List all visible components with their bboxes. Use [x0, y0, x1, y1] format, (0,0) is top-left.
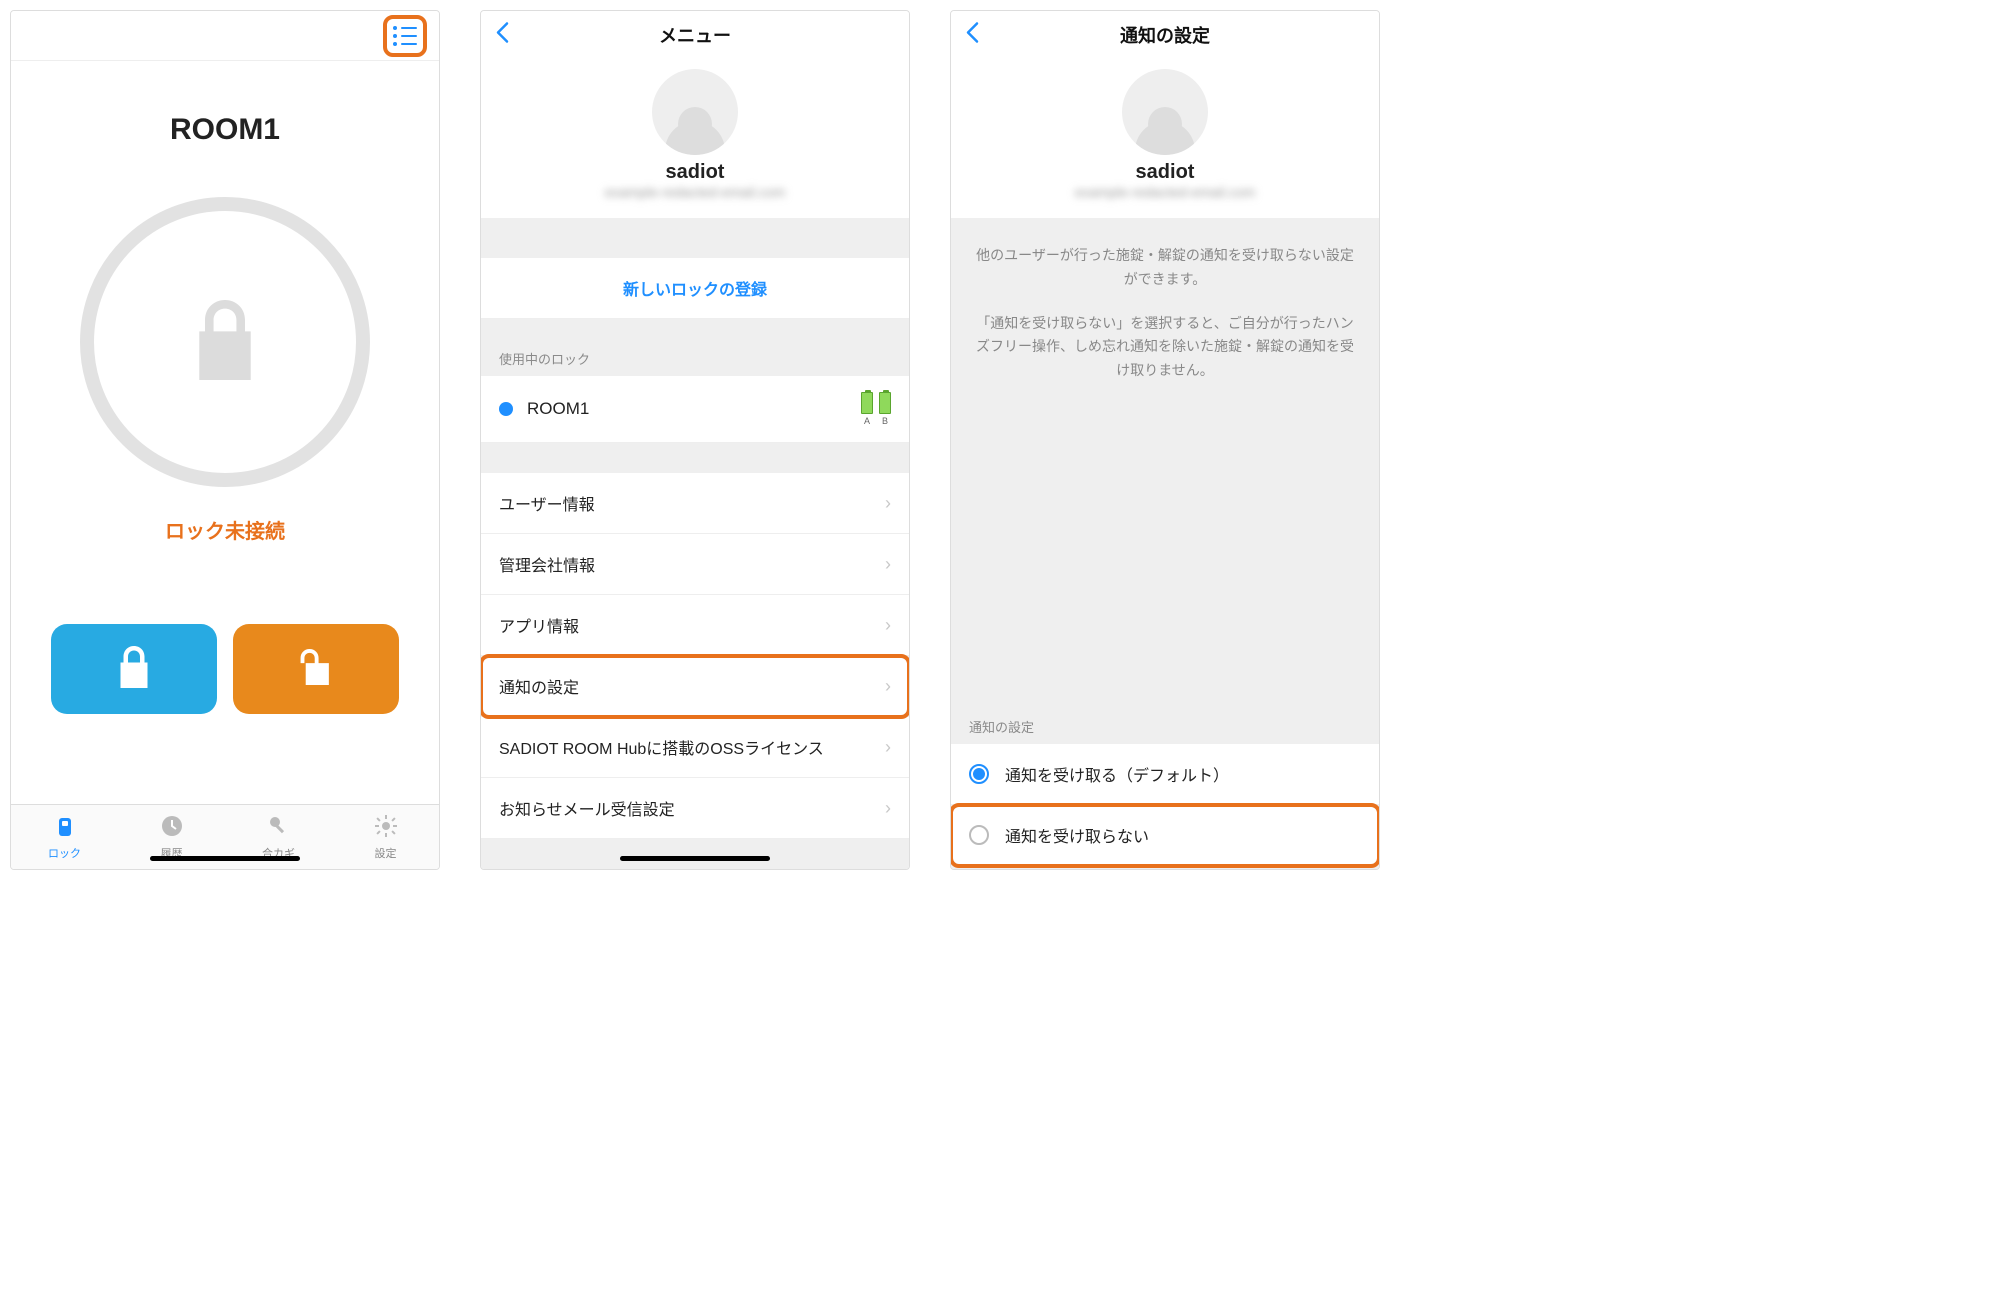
section-notif-settings: 通知の設定	[951, 703, 1379, 744]
screen-lock-home: ROOM1 ロック未接続 ロック	[10, 10, 440, 870]
register-new-lock[interactable]: 新しいロックの登録	[481, 258, 909, 319]
chevron-right-icon: ›	[885, 737, 891, 758]
lock-status-circle[interactable]	[80, 197, 370, 487]
menu-item-label: お知らせメール受信設定	[499, 796, 675, 820]
description-paragraph-1: 他のユーザーが行った施錠・解錠の通知を受け取らない設定ができます。	[973, 244, 1357, 292]
lock-status-text: ロック未接続	[11, 515, 439, 544]
home-indicator[interactable]	[150, 856, 300, 861]
screen-notification-settings: 通知の設定 sadiot example-redacted-email.com …	[950, 10, 1380, 870]
menu-item-oss-license[interactable]: SADIOT ROOM Hubに搭載のOSSライセンス ›	[481, 717, 909, 778]
lock-icon	[190, 300, 260, 385]
list-icon	[393, 26, 417, 46]
menu-item-label: SADIOT ROOM Hubに搭載のOSSライセンス	[499, 735, 824, 759]
room-title: ROOM1	[11, 113, 439, 147]
top-bar	[11, 11, 439, 61]
tab-settings[interactable]: 設定	[332, 805, 439, 869]
user-email: example-redacted-email.com	[481, 184, 909, 200]
status-dot-icon	[499, 402, 513, 416]
menu-item-user-info[interactable]: ユーザー情報 ›	[481, 473, 909, 534]
menu-item-notification-settings[interactable]: 通知の設定 ›	[481, 656, 909, 717]
nav-title: メニュー	[659, 22, 731, 48]
navbar: メニュー	[481, 11, 909, 59]
profile-block: sadiot example-redacted-email.com	[481, 59, 909, 218]
back-button[interactable]	[965, 19, 979, 50]
option-receive-notifications[interactable]: 通知を受け取る（デフォルト）	[951, 744, 1379, 805]
battery-indicator: A B	[861, 392, 891, 426]
tab-lock[interactable]: ロック	[11, 805, 118, 869]
user-email: example-redacted-email.com	[951, 184, 1379, 200]
menu-item-app-info[interactable]: アプリ情報 ›	[481, 595, 909, 656]
username: sadiot	[481, 161, 909, 184]
menu-item-label: ユーザー情報	[499, 491, 595, 515]
lock-button[interactable]	[51, 624, 217, 714]
option-label: 通知を受け取る（デフォルト）	[1005, 762, 1229, 786]
nav-title: 通知の設定	[1120, 22, 1210, 48]
profile-block: sadiot example-redacted-email.com	[951, 59, 1379, 218]
menu-item-mail-settings[interactable]: お知らせメール受信設定 ›	[481, 778, 909, 839]
lock-name: ROOM1	[527, 399, 847, 419]
clock-icon	[160, 814, 184, 843]
chevron-right-icon: ›	[885, 676, 891, 697]
back-button[interactable]	[495, 19, 509, 50]
section-locks-in-use: 使用中のロック	[481, 349, 909, 376]
chevron-right-icon: ›	[885, 798, 891, 819]
register-new-lock-label: 新しいロックの登録	[623, 276, 767, 300]
description: 他のユーザーが行った施錠・解錠の通知を受け取らない設定ができます。 「通知を受け…	[951, 218, 1379, 383]
battery-b-icon	[879, 392, 891, 414]
lock-tab-icon	[53, 814, 77, 843]
menu-item-label: 通知の設定	[499, 674, 579, 698]
action-row	[11, 624, 439, 714]
username: sadiot	[951, 161, 1379, 184]
home-indicator[interactable]	[620, 856, 770, 861]
menu-button[interactable]	[383, 15, 427, 57]
description-paragraph-2: 「通知を受け取らない」を選択すると、ご自分が行ったハンズフリー操作、しめ忘れ通知…	[973, 312, 1357, 383]
lock-row-room1[interactable]: ROOM1 A B	[481, 376, 909, 443]
keys-icon	[267, 814, 291, 843]
screen-menu: メニュー sadiot example-redacted-email.com 新…	[480, 10, 910, 870]
unlock-button[interactable]	[233, 624, 399, 714]
chevron-right-icon: ›	[885, 493, 891, 514]
menu-item-label: アプリ情報	[499, 613, 579, 637]
battery-a-icon	[861, 392, 873, 414]
menu-item-label: 管理会社情報	[499, 552, 595, 576]
avatar	[652, 69, 738, 155]
gear-icon	[374, 814, 398, 843]
lock-open-icon	[298, 646, 334, 693]
menu-item-company-info[interactable]: 管理会社情報 ›	[481, 534, 909, 595]
tab-settings-label: 設定	[375, 845, 397, 861]
avatar	[1122, 69, 1208, 155]
lock-closed-icon	[116, 646, 152, 693]
chevron-right-icon: ›	[885, 615, 891, 636]
chevron-right-icon: ›	[885, 554, 891, 575]
navbar: 通知の設定	[951, 11, 1379, 59]
radio-unselected-icon	[969, 825, 989, 845]
tab-lock-label: ロック	[48, 845, 81, 861]
option-label: 通知を受け取らない	[1005, 823, 1149, 847]
radio-selected-icon	[969, 764, 989, 784]
option-not-receive-notifications[interactable]: 通知を受け取らない	[951, 805, 1379, 866]
